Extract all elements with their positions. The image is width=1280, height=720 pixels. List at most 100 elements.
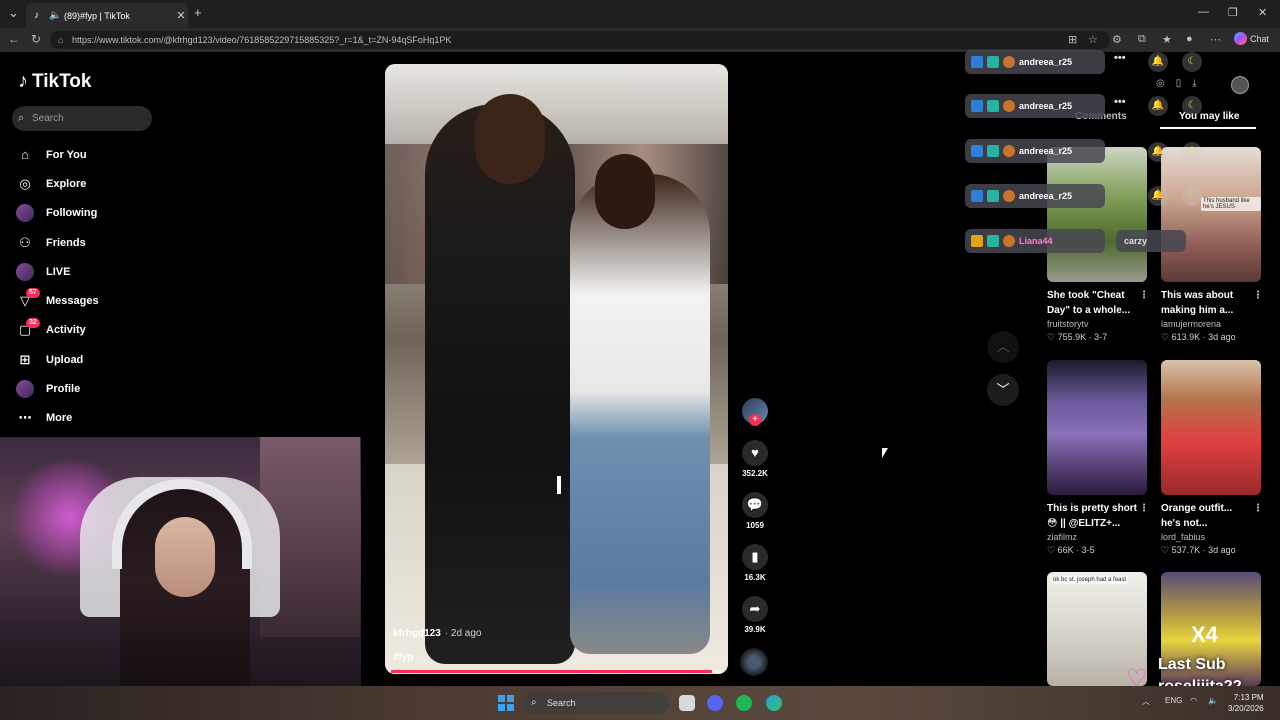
profile-icon[interactable]: ● [1186,33,1193,45]
card-author[interactable]: fruitstorytv [1047,319,1149,329]
split-screen-icon[interactable]: ⧉ [1138,33,1146,46]
phone-icon[interactable]: ▯ [1176,78,1182,89]
sidebar-item-activity[interactable]: ▢ 32 Activity [16,316,99,345]
user-avatar[interactable] [1231,76,1249,94]
video-thumbnail[interactable]: This husband like he's JESUS [1161,147,1261,282]
back-icon[interactable]: ← [8,32,20,46]
wifi-icon[interactable]: ◠ [1190,696,1197,705]
chat-label: Chat [1250,33,1270,44]
more-options-icon[interactable]: ⋮ [1139,501,1149,516]
chat-badge-icon [987,190,999,202]
stream-chat-message: Liana44 [965,229,1105,253]
save-button[interactable]: ▮ 16.3K [739,544,771,582]
extensions-icon[interactable]: ⚙ [1112,33,1122,46]
download-icon[interactable]: ⤓ [1192,78,1196,89]
brand-name: TikTok [32,70,92,92]
edge-icon[interactable] [766,695,782,711]
more-options-icon[interactable]: ⋮ [1139,288,1149,303]
video-progress-bar[interactable] [391,670,722,673]
sidebar-item-messages[interactable]: ▽ 57 Messages [16,286,99,315]
video-thumbnail[interactable] [1047,360,1147,495]
stream-chat-message: andreea_r25 [965,94,1105,118]
speaker-icon[interactable]: 🔈 [49,10,61,21]
sidebar-item-upload[interactable]: ⊞ Upload [16,345,99,374]
share-button[interactable]: ➦ 39.9K [739,596,771,634]
copilot-chat-button[interactable]: Chat [1234,32,1269,45]
windows-start-icon[interactable] [498,695,514,711]
favorites-icon[interactable]: ★ [1162,33,1172,46]
browser-tab[interactable]: ♪ 🔈 (89)#fyp | TikTok ✕ [26,3,188,28]
video-player[interactable]: kfrhgd123 · 2d ago #fyp [385,64,728,674]
clock-time: 7:13 PM [1233,693,1264,702]
window-close-icon[interactable]: ✕ [1258,6,1267,19]
sidebar-item-label: Following [46,207,98,220]
app-available-icon[interactable]: ⊞ [1068,33,1077,46]
pip-icon[interactable]: ◎ [1156,78,1165,89]
taskbar-clock[interactable]: 7:13 PM 3/20/2026 [1228,692,1264,714]
card-author[interactable]: lord_fabius [1161,532,1263,542]
taskbar-search[interactable]: ⌕ Search [523,692,669,714]
sidebar-item-more[interactable]: ⋯ More [16,404,99,433]
more-options-icon[interactable]: ⋮ [1253,288,1263,303]
settings-more-icon[interactable]: ⋯ [1210,33,1221,46]
thumbnail-text: X4 [1191,622,1218,647]
messages-badge: 57 [26,288,40,299]
refresh-icon[interactable]: ↻ [31,32,41,46]
recommended-card[interactable]: Orange outfit... he's not... ⋮ lord_fabiu… [1161,360,1263,556]
tab-list-icon[interactable]: ⌄ [8,5,19,21]
tray-chevron-icon[interactable]: ︿ [1142,696,1150,707]
chat-username: andreea_r25 [1019,146,1073,156]
follow-plus-icon[interactable]: + [749,414,761,426]
sidebar-item-following[interactable]: Following [16,199,99,228]
address-bar[interactable]: ⌂ https://www.tiktok.com/@kfrhgd123/vide… [50,31,1110,49]
chat-avatar [1003,190,1015,202]
chat-moon-icon: ☾ [1182,142,1202,162]
new-tab-icon[interactable]: + [194,5,202,20]
site-info-icon[interactable]: ⌂ [58,31,63,49]
card-meta: ♡ 613.9K · 3d ago [1161,332,1236,342]
video-thumbnail[interactable] [1047,147,1147,282]
sidebar-item-live[interactable]: LIVE [16,257,99,286]
card-author[interactable]: lamujermorena [1161,319,1263,329]
chat-badge-icon [987,145,999,157]
card-meta: ♡ 66K · 3-5 [1047,545,1095,555]
chat-badge-icon [971,56,983,68]
close-tab-icon[interactable]: ✕ [174,9,188,22]
chat-dots-icon: ••• [1114,52,1126,64]
volume-icon[interactable]: 🔈 [1208,696,1218,705]
video-caption[interactable]: #fyp [393,652,414,663]
video-author[interactable]: kfrhgd123 · 2d ago [393,628,482,639]
card-date: 3d ago [1208,545,1236,555]
tiktok-logo[interactable]: ♪ TikTok [18,70,91,93]
chat-avatar [1003,235,1015,247]
sidebar-item-explore[interactable]: ◎ Explore [16,169,99,198]
more-icon: ⋯ [18,410,32,426]
card-title: She took "Cheat Day" to a whole... ⋮ [1047,288,1149,318]
sidebar-item-for-you[interactable]: ⌂ For You [16,140,99,169]
card-author[interactable]: ziafilmz [1047,532,1149,542]
chat-moon-icon: ☾ [1182,186,1202,206]
more-options-icon[interactable]: ⋮ [1253,501,1263,516]
recommended-card[interactable]: This is pretty short 😳 || @ELITZ+... ⋮ zi… [1047,360,1149,556]
sidebar-item-friends[interactable]: ⚇ Friends [16,228,99,257]
sidebar-item-label: Friends [46,236,86,249]
language-indicator[interactable]: ENG [1165,696,1182,705]
minimize-icon[interactable]: — [1198,6,1209,18]
maximize-icon[interactable]: ❐ [1228,6,1238,19]
sidebar-item-label: Upload [46,353,84,366]
like-button[interactable]: ♥ 352.2K [739,440,771,478]
copilot-icon [1234,32,1247,45]
card-date: 3-5 [1081,545,1095,555]
music-disc-icon[interactable] [740,648,768,676]
favorite-star-icon[interactable]: ☆ [1088,33,1098,46]
previous-video-button[interactable]: ︿ [987,331,1019,363]
discord-icon[interactable] [707,695,723,711]
comment-button[interactable]: 💬 1059 [739,492,771,530]
spotify-icon[interactable] [736,695,752,711]
video-thumbnail[interactable] [1161,360,1261,495]
search-input[interactable]: ⌕ Search [12,106,152,131]
file-explorer-icon[interactable] [679,695,695,711]
author-name[interactable]: kfrhgd123 [393,628,441,639]
sidebar-item-profile[interactable]: Profile [16,374,99,403]
next-video-button[interactable]: ﹀ [987,374,1019,406]
